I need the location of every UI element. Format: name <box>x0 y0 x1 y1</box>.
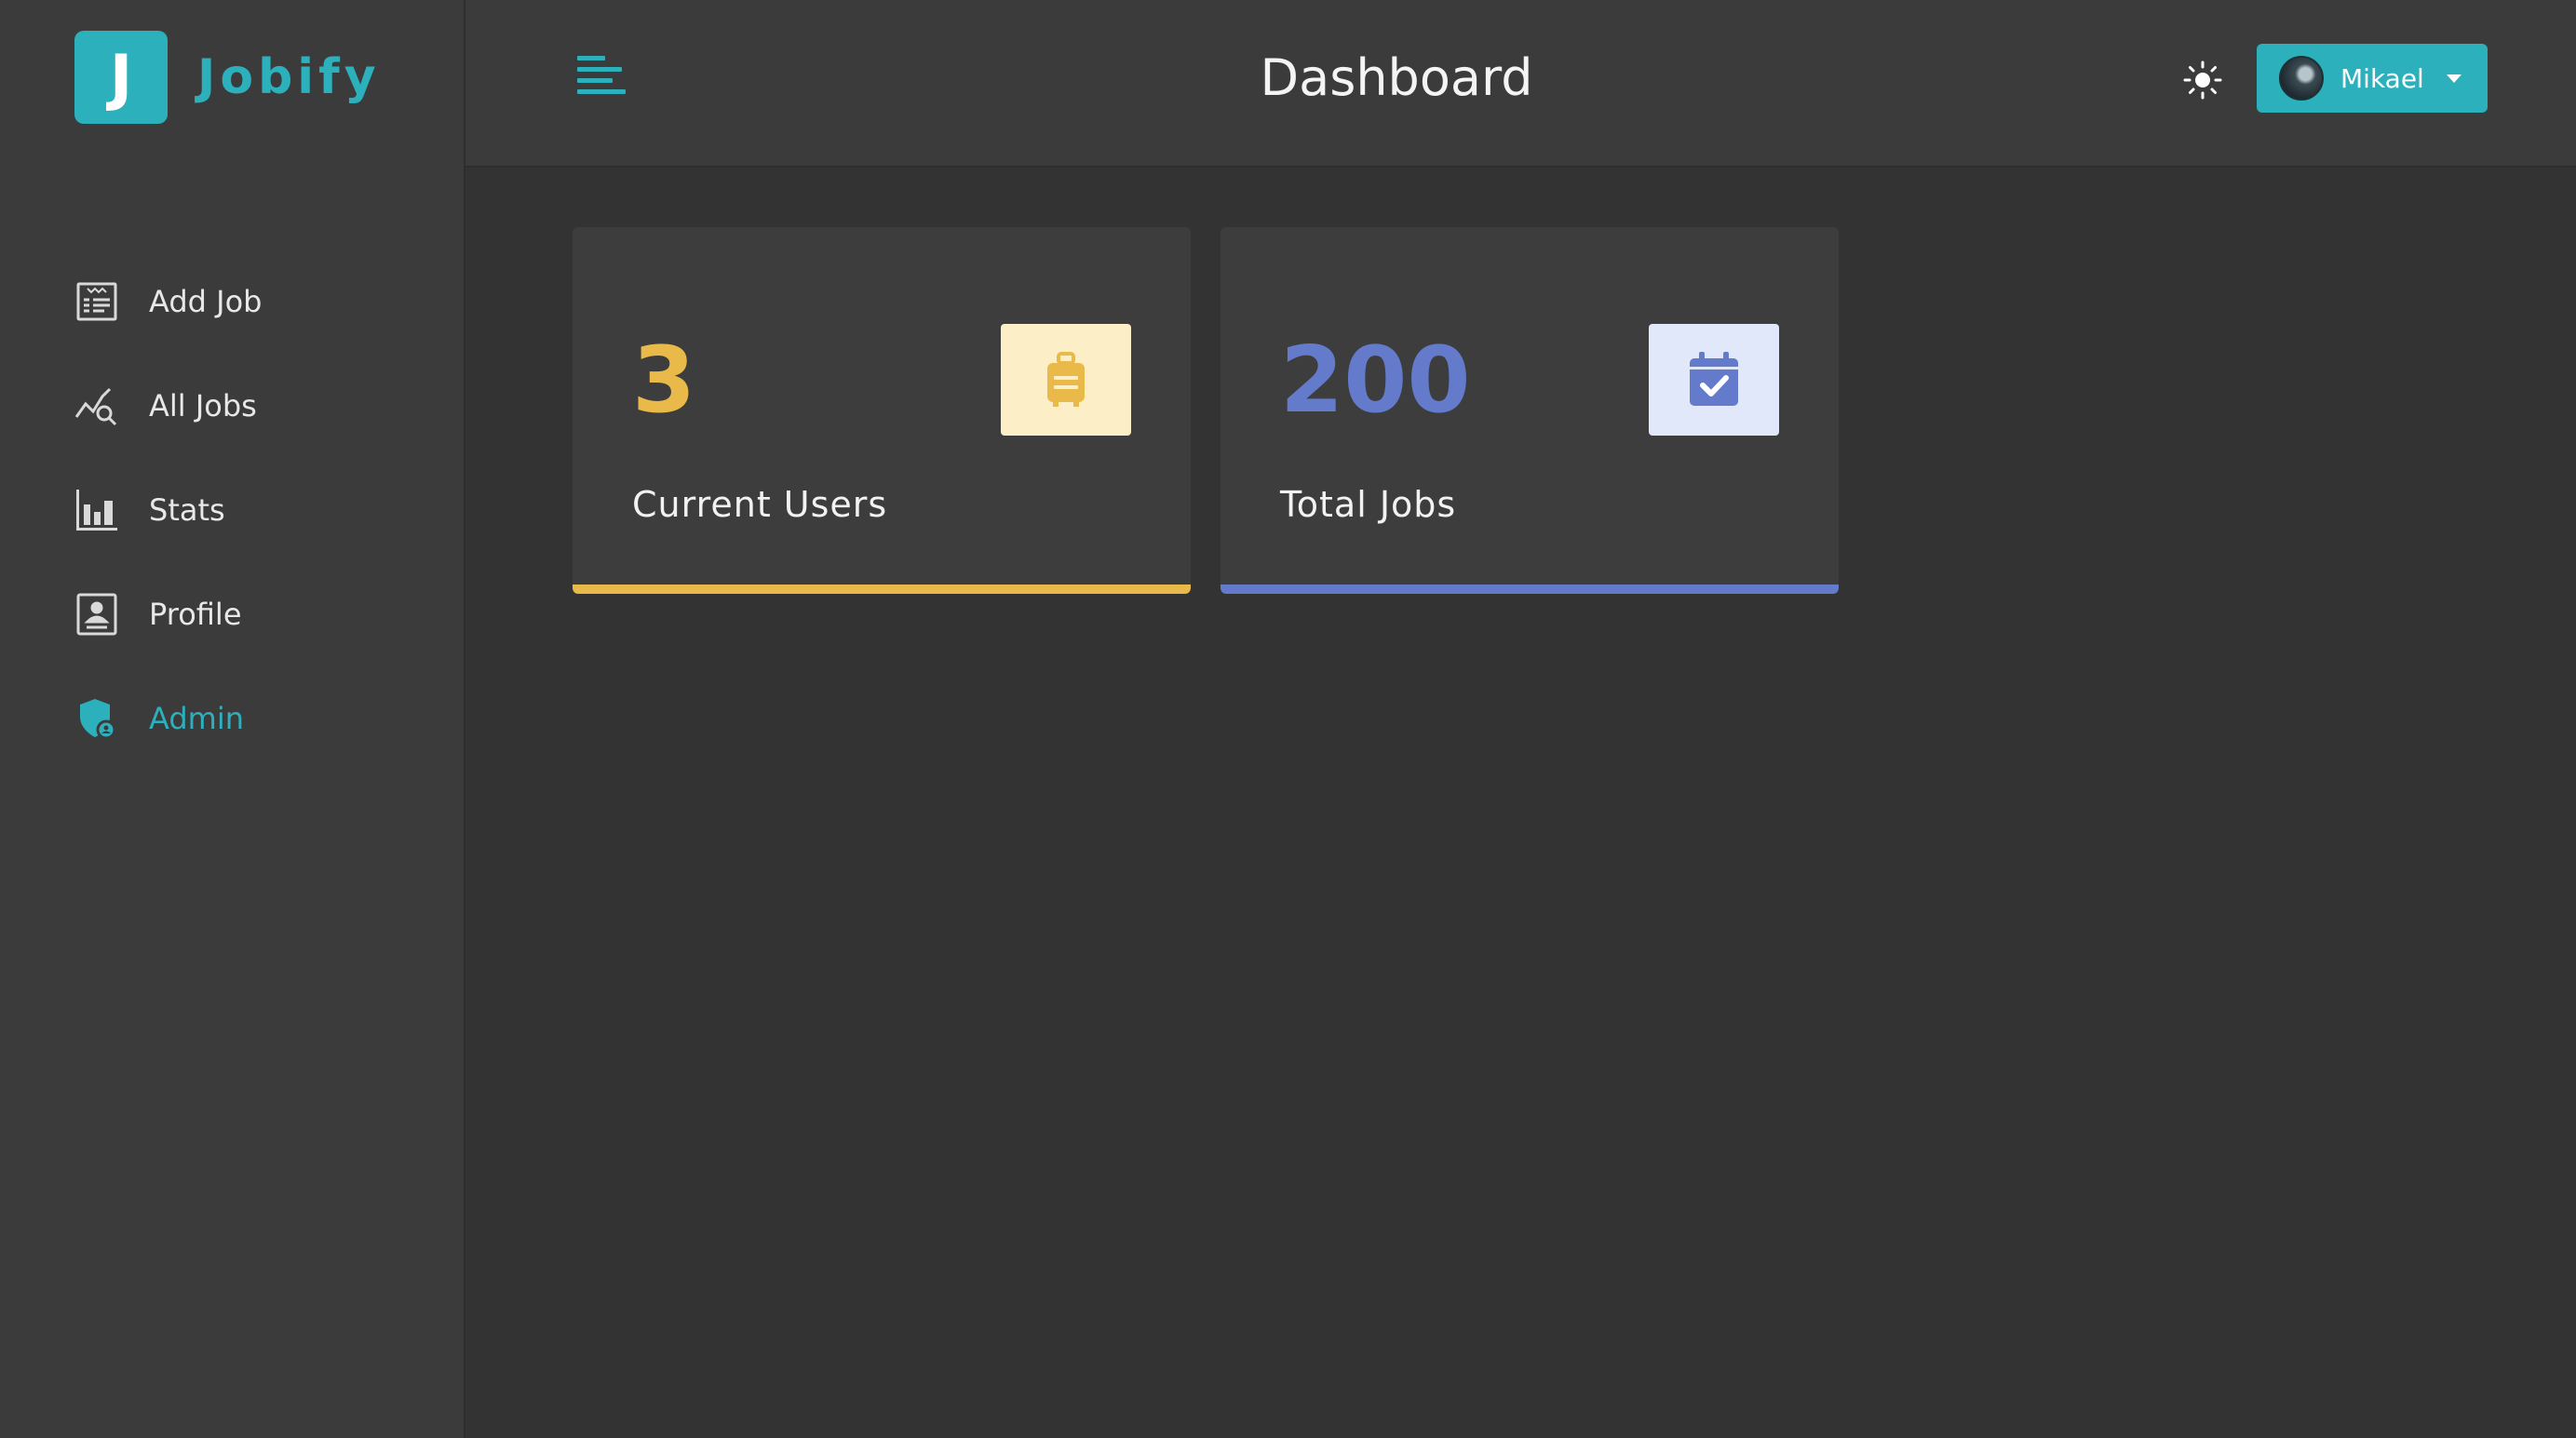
stat-icon-box <box>1001 324 1131 436</box>
user-name: Mikael <box>2340 62 2424 94</box>
user-menu-button[interactable]: Mikael <box>2257 44 2488 113</box>
logo[interactable]: J Jobify <box>74 31 381 124</box>
page-title: Dashboard <box>1260 48 1533 107</box>
sidebar-item-label: Stats <box>149 492 225 528</box>
stat-label: Total Jobs <box>1280 484 1457 525</box>
sidebar-item-stats[interactable]: Stats <box>74 458 262 562</box>
sun-icon <box>2183 60 2222 100</box>
theme-toggle-button[interactable] <box>2182 60 2223 101</box>
stat-label: Current Users <box>632 484 888 525</box>
calendar-check-icon <box>1690 352 1738 406</box>
sidebar-item-label: Add Job <box>149 284 263 319</box>
admin-shield-icon <box>74 696 119 741</box>
stat-count: 200 <box>1280 328 1471 434</box>
sidebar-item-label: Admin <box>149 701 244 736</box>
stat-count: 3 <box>632 328 696 434</box>
sidebar-item-label: Profile <box>149 597 242 632</box>
chart-search-icon <box>74 383 119 428</box>
stat-icon-box <box>1649 324 1779 436</box>
sidebar-item-add-job[interactable]: Add Job <box>74 249 262 354</box>
sidebar-item-all-jobs[interactable]: All Jobs <box>74 354 262 458</box>
suitcase-icon <box>1047 352 1085 407</box>
stat-card-current-users: 3 Current Users <box>573 227 1191 594</box>
sidebar: J Jobify Add Job All Jobs Stats Profile … <box>0 0 465 1438</box>
avatar <box>2279 56 2324 101</box>
logo-mark: J <box>74 31 168 124</box>
sidebar-item-admin[interactable]: Admin <box>74 666 262 771</box>
sidebar-nav: Add Job All Jobs Stats Profile Admin <box>74 249 262 771</box>
profile-card-icon <box>74 592 119 637</box>
top-navbar: Dashboard Mikael <box>465 0 2576 168</box>
caret-down-icon <box>2446 74 2461 83</box>
sidebar-item-label: All Jobs <box>149 388 257 423</box>
form-icon <box>74 279 119 324</box>
stat-card-total-jobs: 200 Total Jobs <box>1221 227 1839 594</box>
logo-text: Jobify <box>197 49 381 105</box>
bar-chart-icon <box>74 488 119 532</box>
sidebar-item-profile[interactable]: Profile <box>74 562 262 666</box>
